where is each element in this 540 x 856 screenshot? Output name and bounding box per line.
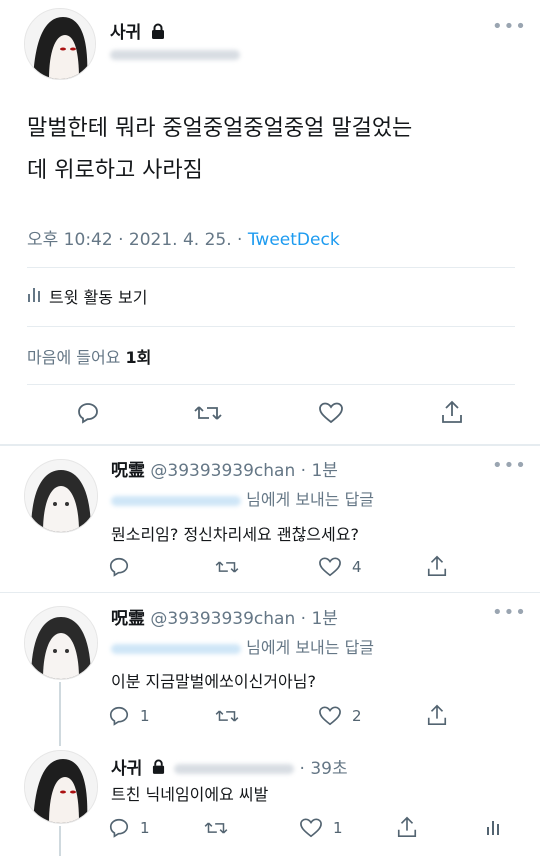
- share-icon: [396, 815, 418, 839]
- likes-row[interactable]: 마음에 들어요 1회: [27, 344, 151, 368]
- reply-button[interactable]: [76, 401, 100, 425]
- like-icon: [318, 401, 344, 425]
- author-handle[interactable]: @39393939chan: [150, 609, 295, 629]
- avatar-illustration: [25, 9, 95, 79]
- avatar-illustration: [25, 751, 97, 823]
- share-icon: [426, 554, 448, 578]
- analytics-icon: [27, 286, 41, 306]
- retweet-icon: [203, 818, 229, 838]
- like-icon: [299, 817, 323, 839]
- retweet-button[interactable]: [214, 557, 240, 577]
- divider: [0, 444, 540, 446]
- tweet-text-line: 데 위로하고 사라짐: [27, 158, 203, 183]
- reply-to-label: 님에게 보내는 답글: [246, 638, 375, 657]
- reply-button[interactable]: [108, 556, 130, 578]
- meta-separator: ·: [299, 759, 305, 779]
- reply-count: 1: [140, 707, 150, 725]
- avatar-illustration: [25, 607, 97, 679]
- avatar[interactable]: [24, 750, 98, 824]
- reply-text: 뭔소리임? 정신차리세요 괜찮으세요?: [111, 525, 359, 544]
- tweet-text: 말벌한테 뭐라 중얼중얼중얼중얼 말걸었는 데 위로하고 사라짐: [27, 108, 412, 192]
- reply-time: 1분: [311, 461, 338, 481]
- reply-time: 1분: [311, 609, 338, 629]
- tweet-time: 오후 10:42: [27, 230, 113, 250]
- share-icon: [440, 399, 464, 425]
- likes-label: 마음에 들어요: [27, 348, 121, 367]
- retweet-icon: [214, 706, 240, 726]
- share-button[interactable]: [426, 554, 448, 578]
- thread-connector: [59, 826, 61, 856]
- reply-header: 呪霊 @39393939chan · 1분: [111, 604, 338, 629]
- more-icon[interactable]: •••: [492, 455, 527, 476]
- reply-icon: [108, 705, 130, 727]
- author-row: 사귀: [110, 18, 165, 44]
- like-button[interactable]: 2: [318, 705, 362, 727]
- avatar[interactable]: [24, 459, 98, 533]
- lock-icon: [151, 23, 165, 44]
- tweet-text-line: 말벌한테 뭐라 중얼중얼중얼중얼 말걸었는: [27, 116, 413, 141]
- like-icon: [318, 556, 342, 578]
- author-handle-redacted: [110, 44, 240, 63]
- tweet-meta: 오후 10:42 · 2021. 4. 25. · TweetDeck: [27, 225, 340, 250]
- share-button[interactable]: [426, 703, 448, 727]
- reply-to-line: 님에게 보내는 답글: [111, 486, 374, 510]
- reply-text: 이분 지금말벌에쏘이신거아님?: [111, 672, 316, 691]
- analytics-icon: [486, 818, 500, 836]
- likes-count: 1회: [125, 348, 152, 367]
- divider: [27, 384, 515, 385]
- tweet-activity-link[interactable]: 트윗 활동 보기: [27, 284, 148, 308]
- like-count: 1: [333, 819, 343, 837]
- like-button[interactable]: 4: [318, 556, 362, 578]
- reply-icon: [108, 556, 130, 578]
- share-icon: [426, 703, 448, 727]
- reply-time: 39초: [310, 759, 348, 779]
- thread-connector: [59, 682, 61, 746]
- analytics-button[interactable]: [486, 818, 500, 836]
- more-icon[interactable]: •••: [492, 602, 527, 623]
- meta-separator: ·: [237, 230, 243, 250]
- author-name[interactable]: 呪霊: [111, 609, 145, 629]
- meta-separator: ·: [118, 230, 124, 250]
- like-button[interactable]: 1: [299, 817, 343, 839]
- author-name[interactable]: 呪霊: [111, 461, 145, 481]
- divider: [0, 592, 540, 593]
- like-button[interactable]: [318, 401, 344, 425]
- retweet-icon: [214, 557, 240, 577]
- reply-count: 1: [140, 819, 150, 837]
- reply-to-label: 님에게 보내는 답글: [246, 490, 375, 509]
- divider: [27, 326, 515, 327]
- reply-button[interactable]: 1: [108, 705, 150, 727]
- avatar[interactable]: [24, 606, 98, 680]
- reply-icon: [76, 401, 100, 425]
- reply-button[interactable]: 1: [108, 817, 150, 839]
- meta-separator: ·: [300, 609, 307, 629]
- avatar-illustration: [25, 460, 97, 532]
- tweet-source-link[interactable]: TweetDeck: [248, 230, 340, 250]
- share-button[interactable]: [396, 815, 418, 839]
- avatar[interactable]: [24, 8, 96, 80]
- retweet-button[interactable]: [214, 706, 240, 726]
- like-icon: [318, 705, 342, 727]
- reply-icon: [108, 817, 130, 839]
- retweet-icon: [193, 401, 223, 425]
- reply-header: 사귀 · 39초: [111, 754, 348, 779]
- divider: [27, 267, 515, 268]
- like-count: 4: [352, 558, 362, 576]
- like-count: 2: [352, 707, 362, 725]
- author-handle[interactable]: @39393939chan: [150, 461, 295, 481]
- share-button[interactable]: [440, 399, 464, 425]
- meta-separator: ·: [300, 461, 307, 481]
- reply-text: 트친 닉네임이에요 씨발: [111, 785, 269, 804]
- more-icon[interactable]: •••: [492, 16, 527, 37]
- retweet-button[interactable]: [203, 818, 229, 838]
- author-name[interactable]: 사귀: [110, 23, 141, 43]
- tweet-date: 2021. 4. 25.: [128, 230, 232, 250]
- reply-to-line: 님에게 보내는 답글: [111, 634, 374, 658]
- lock-icon: [152, 759, 165, 779]
- retweet-button[interactable]: [193, 401, 223, 425]
- author-name[interactable]: 사귀: [111, 759, 142, 779]
- reply-header: 呪霊 @39393939chan · 1분: [111, 456, 338, 481]
- activity-label: 트윗 활동 보기: [49, 288, 148, 307]
